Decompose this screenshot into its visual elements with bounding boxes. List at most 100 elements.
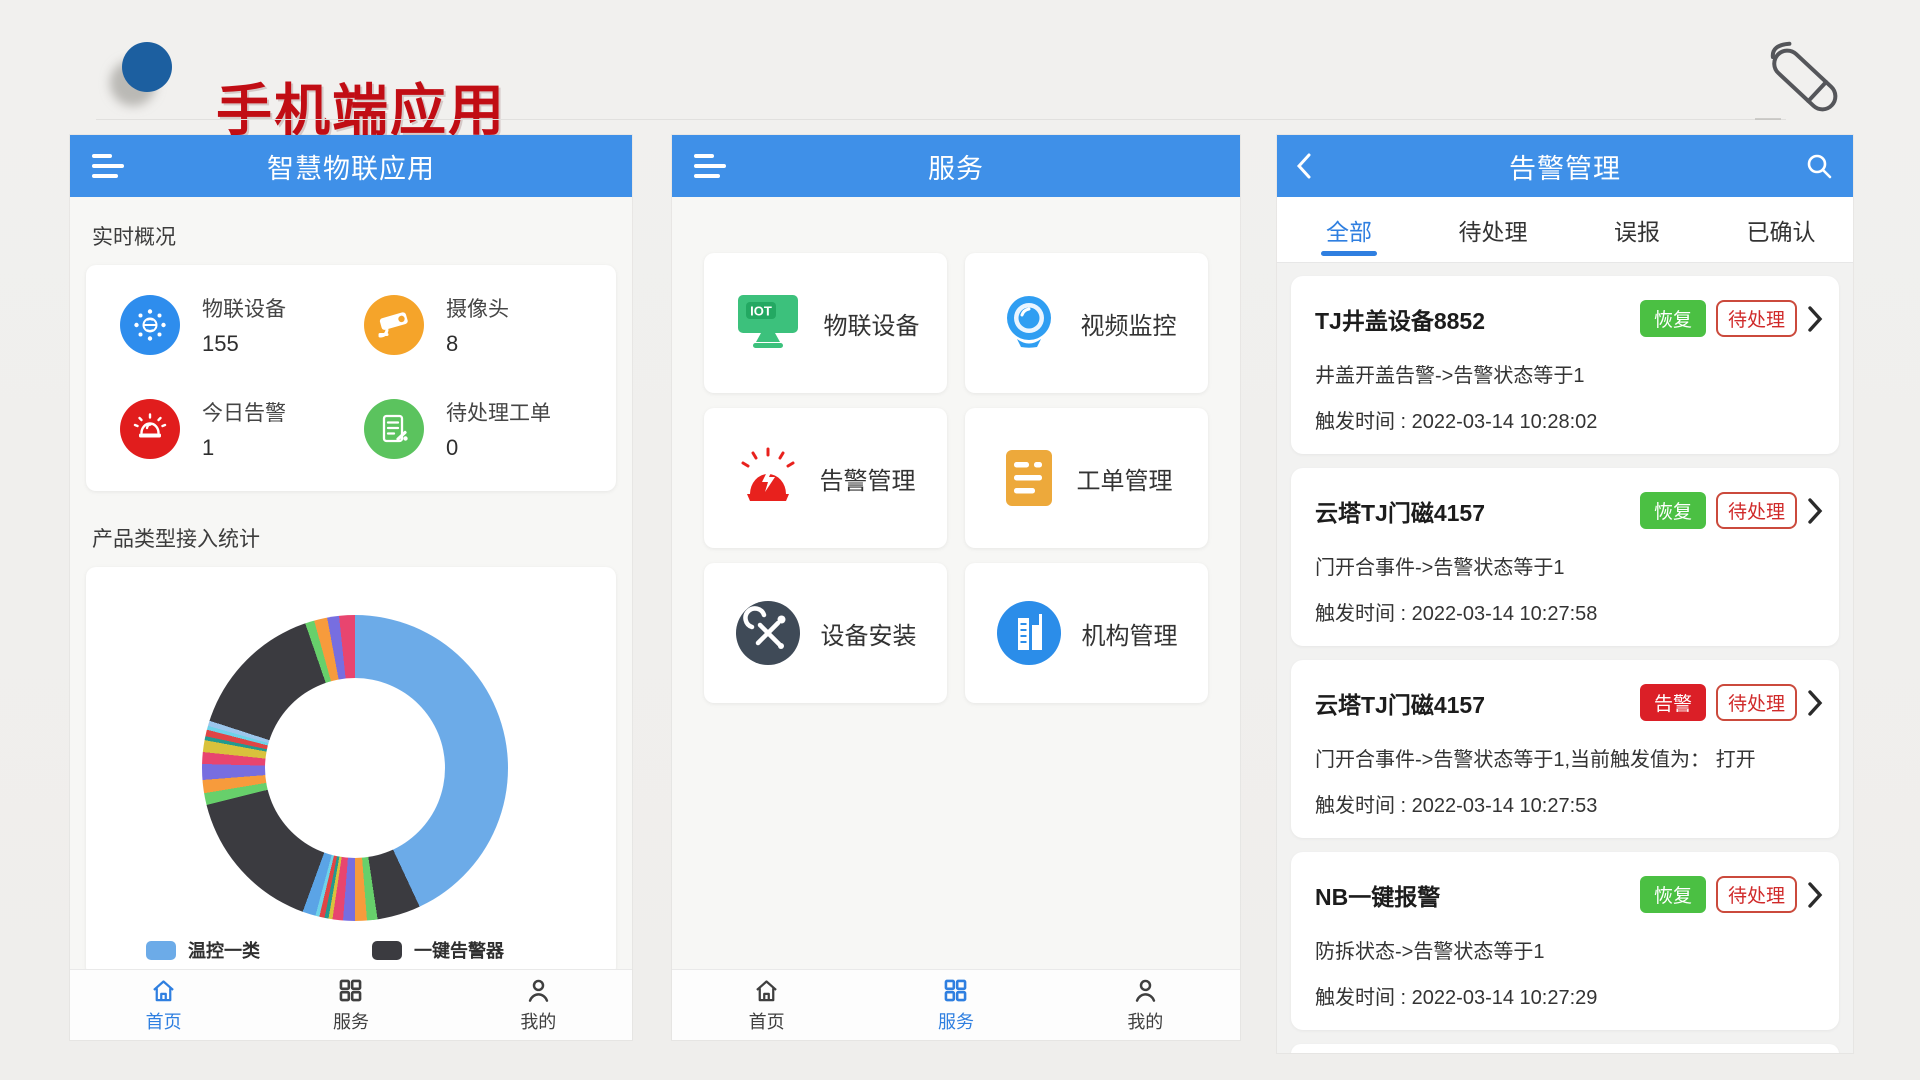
tab-pending[interactable]: 待处理: [1421, 197, 1565, 262]
stat-value: 0: [446, 435, 551, 461]
tools-icon: [735, 600, 801, 666]
donut-chart: [202, 615, 508, 921]
alarm-card[interactable]: 云塔TJ门磁4157 恢复 待处理 门开合事件->告警状态等于1 触发时间 : …: [1291, 468, 1839, 646]
alarm-description: 防拆状态->告警状态等于1: [1315, 935, 1823, 964]
person-icon: [1132, 977, 1159, 1004]
siren-icon: [120, 399, 180, 459]
app-title: 智慧物联应用: [267, 147, 435, 186]
status-badge: 告警: [1640, 684, 1706, 721]
legend-swatch: [146, 941, 176, 960]
cctv-camera-icon: [364, 295, 424, 355]
service-card-iot-devices[interactable]: IOT 物联设备: [704, 253, 947, 393]
menu-icon[interactable]: [92, 154, 124, 178]
stat-label: 今日告警: [202, 397, 286, 427]
service-grid: IOT 物联设备 视频监控: [672, 197, 1240, 703]
app-header: 智慧物联应用: [70, 135, 632, 197]
chevron-right-icon[interactable]: [1807, 497, 1823, 525]
services-grid-icon: [942, 977, 969, 1004]
stat-value: 1: [202, 435, 286, 461]
tab-false-report[interactable]: 误报: [1565, 197, 1709, 262]
service-card-video-monitoring[interactable]: 视频监控: [965, 253, 1208, 393]
alarm-title: 云塔TJ门磁4157: [1315, 494, 1485, 528]
pending-badge: 待处理: [1716, 492, 1797, 529]
service-card-alarm-management[interactable]: 告警管理: [704, 408, 947, 548]
alarm-description: 门开合事件->告警状态等于1: [1315, 551, 1823, 580]
tab-all[interactable]: 全部: [1277, 197, 1421, 262]
legend-item: 温控一类: [146, 937, 260, 963]
nav-item-home[interactable]: 首页: [70, 970, 257, 1040]
legend-label: 温控一类: [188, 937, 260, 963]
alarm-description: 井盖开盖告警->告警状态等于1: [1315, 359, 1823, 388]
alarm-title: TJ井盖设备8852: [1315, 302, 1485, 336]
slide-canvas: { "page": { "title": "手机端应用", "accent_re…: [0, 0, 1920, 1080]
chevron-right-icon[interactable]: [1807, 305, 1823, 333]
phone-screen-services: 服务 IOT 物联设备 视频监控: [672, 135, 1240, 1040]
alarm-title: NB一键报警: [1315, 878, 1440, 912]
nav-label: 我的: [1127, 1008, 1163, 1034]
stat-cameras: 摄像头 8: [364, 293, 608, 357]
search-icon: [1805, 152, 1833, 180]
status-badge: 恢复: [1640, 300, 1706, 337]
chart-section-title: 产品类型接入统计: [92, 523, 632, 553]
legend-label: 一键告警器: [414, 937, 504, 963]
stat-value: 8: [446, 331, 509, 357]
pen-icon: [1755, 34, 1855, 126]
phone-screen-alarms: 告警管理 全部 待处理 误报 已确认 TJ井盖设备8852 恢复 待处理 井盖开…: [1277, 135, 1853, 1053]
alarm-card[interactable]: NB一键报警 恢复 待处理 防拆状态->告警状态等于1 触发时间 : 2022-…: [1291, 852, 1839, 1030]
alarm-card-partial[interactable]: [1291, 1044, 1839, 1053]
chevron-right-icon[interactable]: [1807, 881, 1823, 909]
back-button[interactable]: [1295, 152, 1313, 180]
search-button[interactable]: [1805, 152, 1833, 180]
tab-confirmed[interactable]: 已确认: [1709, 197, 1853, 262]
service-label: 视频监控: [1081, 306, 1177, 341]
service-label: 告警管理: [820, 461, 916, 496]
divider-line: [96, 119, 1786, 120]
title-bullet-dot: [122, 42, 172, 92]
app-header: 告警管理: [1277, 135, 1853, 197]
pending-badge: 待处理: [1716, 300, 1797, 337]
work-order-icon: [364, 399, 424, 459]
stat-label: 摄像头: [446, 293, 509, 323]
menu-icon[interactable]: [694, 154, 726, 178]
nav-item-mine[interactable]: 我的: [445, 970, 632, 1040]
nav-label: 服务: [938, 1008, 974, 1034]
overview-section-title: 实时概况: [92, 221, 632, 251]
alarm-card[interactable]: 云塔TJ门磁4157 告警 待处理 门开合事件->告警状态等于1,当前触发值为：…: [1291, 660, 1839, 838]
app-header: 服务: [672, 135, 1240, 197]
app-title: 告警管理: [1509, 147, 1621, 186]
nav-item-services[interactable]: 服务: [257, 970, 444, 1040]
phone-screen-home: 智慧物联应用 实时概况 物联设备 155: [70, 135, 632, 1040]
alarm-tabs: 全部 待处理 误报 已确认: [1277, 197, 1853, 263]
nav-item-mine[interactable]: 我的: [1051, 970, 1240, 1040]
service-card-work-orders[interactable]: 工单管理: [965, 408, 1208, 548]
service-label: 机构管理: [1082, 616, 1178, 651]
svg-text:IOT: IOT: [750, 304, 772, 319]
services-grid-icon: [337, 977, 364, 1004]
iot-monitor-icon: IOT: [732, 292, 804, 354]
alarm-trigger-time: 触发时间 : 2022-03-14 10:27:29: [1315, 981, 1823, 1010]
work-order-doc-icon: [1001, 447, 1057, 509]
nav-label: 首页: [749, 1008, 785, 1034]
stat-label: 待处理工单: [446, 397, 551, 427]
chevron-right-icon[interactable]: [1807, 689, 1823, 717]
alarm-trigger-time: 触发时间 : 2022-03-14 10:27:53: [1315, 789, 1823, 818]
nav-item-services[interactable]: 服务: [861, 970, 1050, 1040]
alarm-trigger-time: 触发时间 : 2022-03-14 10:27:58: [1315, 597, 1823, 626]
alarm-siren-icon: [736, 446, 800, 510]
pending-badge: 待处理: [1716, 876, 1797, 913]
alarm-trigger-time: 触发时间 : 2022-03-14 10:28:02: [1315, 405, 1823, 434]
alarm-description: 门开合事件->告警状态等于1,当前触发值为： 打开: [1315, 743, 1823, 772]
product-type-chart-card: 温控一类 一键告警器: [86, 567, 616, 977]
stat-pending-orders: 待处理工单 0: [364, 397, 608, 461]
service-card-org-management[interactable]: 机构管理: [965, 563, 1208, 703]
status-badge: 恢复: [1640, 876, 1706, 913]
home-icon: [150, 977, 177, 1004]
alarm-card[interactable]: TJ井盖设备8852 恢复 待处理 井盖开盖告警->告警状态等于1 触发时间 :…: [1291, 276, 1839, 454]
service-card-device-install[interactable]: 设备安装: [704, 563, 947, 703]
chart-legend: 温控一类 一键告警器: [146, 937, 504, 963]
iot-network-icon: [120, 295, 180, 355]
service-label: 物联设备: [824, 306, 920, 341]
legend-swatch: [372, 941, 402, 960]
nav-item-home[interactable]: 首页: [672, 970, 861, 1040]
person-icon: [525, 977, 552, 1004]
